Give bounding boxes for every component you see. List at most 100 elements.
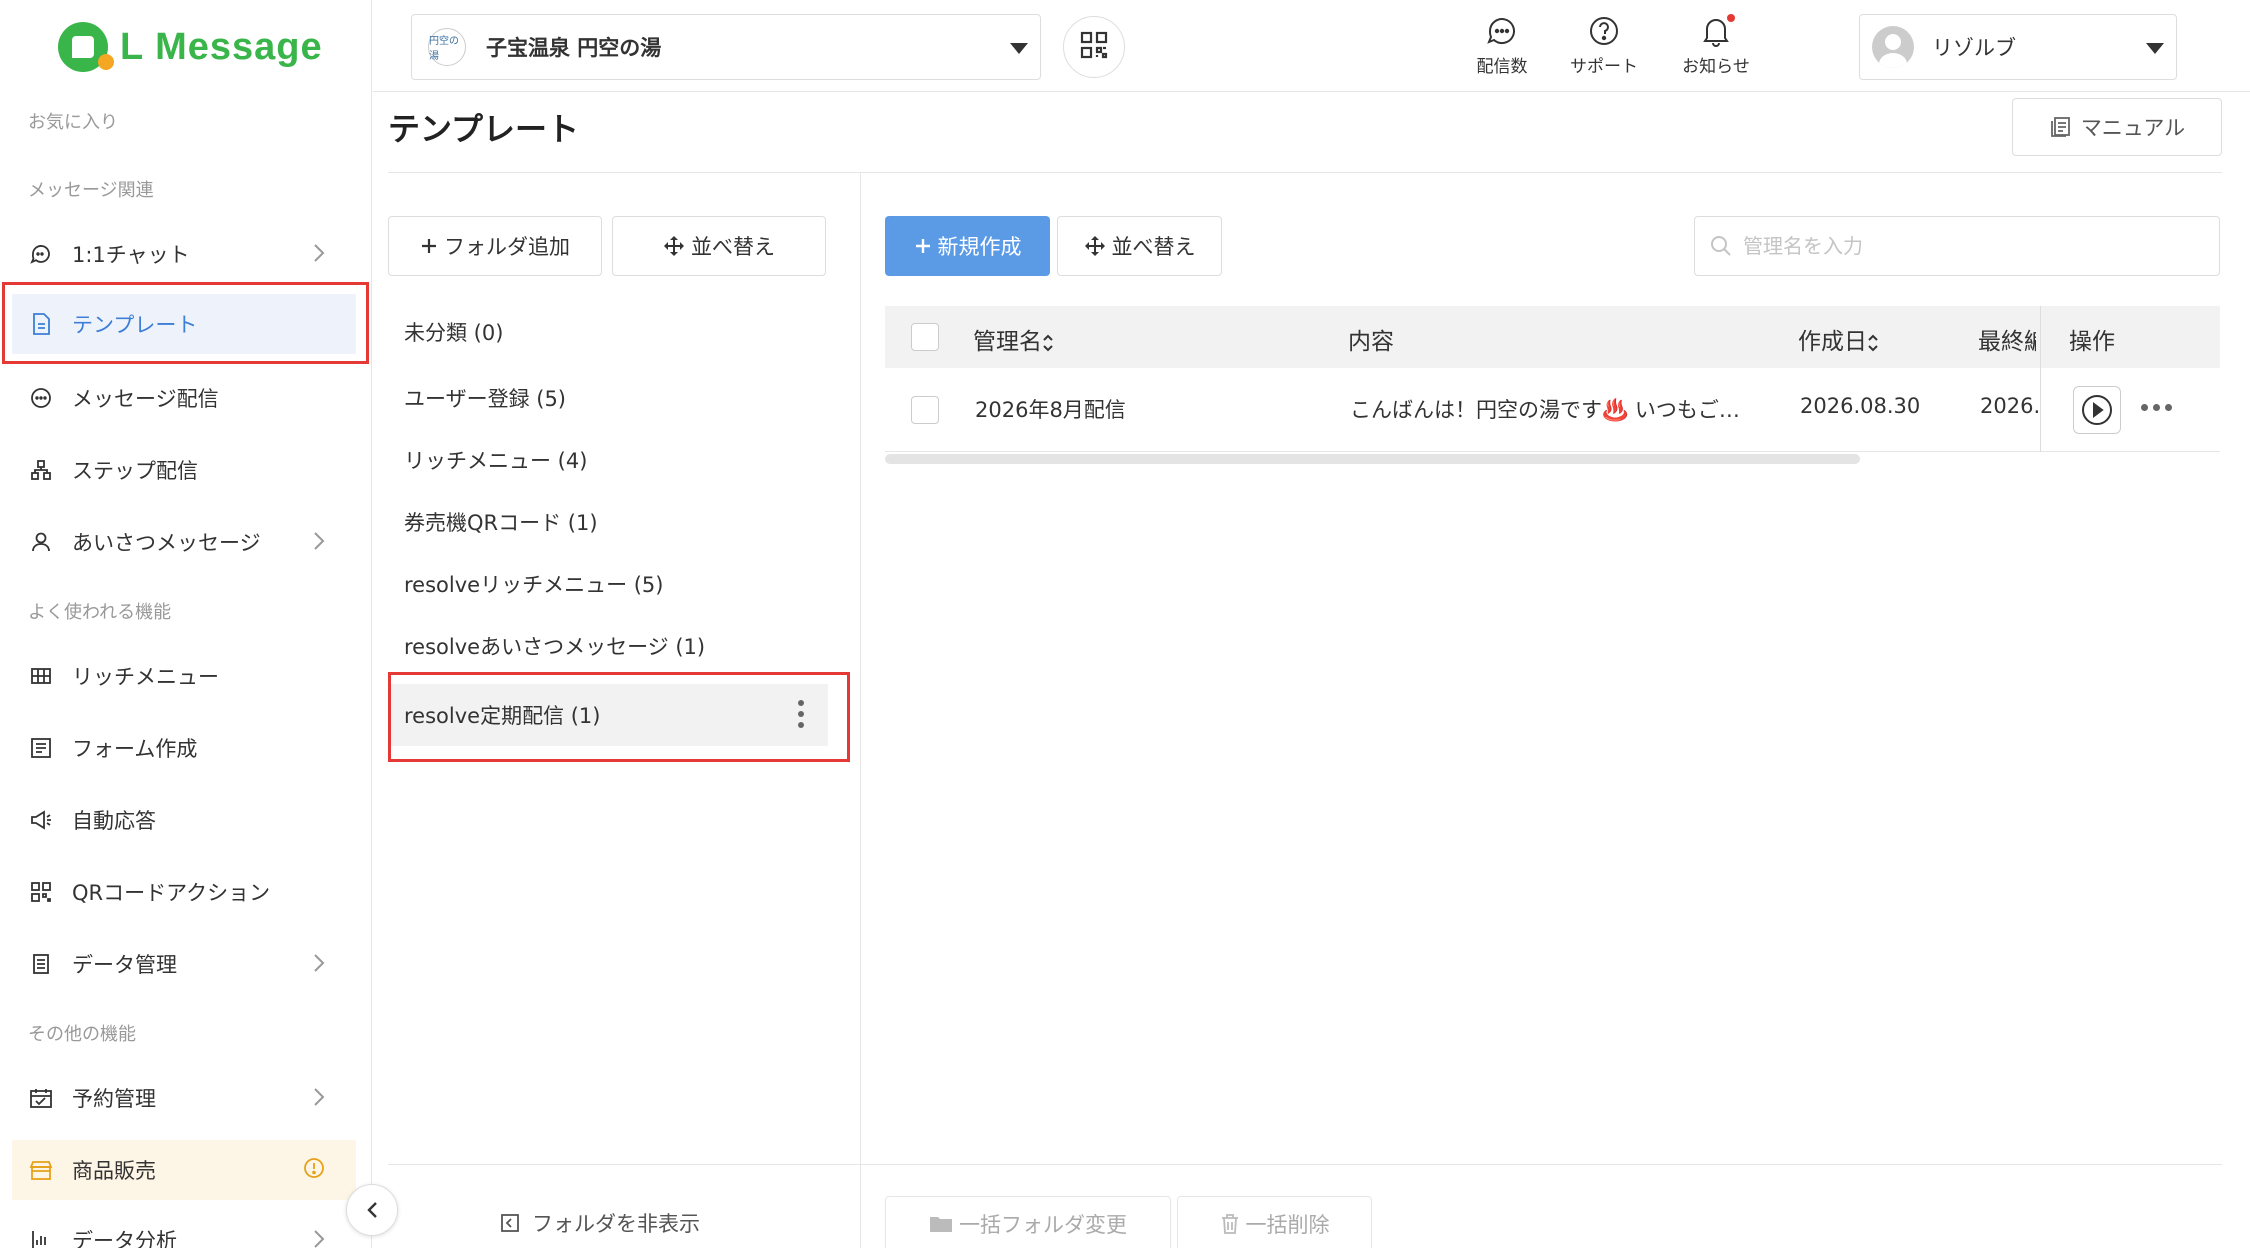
message-count-button[interactable]: 配信数 (1457, 14, 1547, 77)
sidebar-item-shop[interactable]: 商品販売 (12, 1140, 356, 1200)
user-icon (28, 529, 54, 555)
column-header-name[interactable]: 管理名 (973, 322, 1054, 356)
chevron-right-icon (312, 1228, 326, 1248)
chevron-right-icon (312, 952, 326, 979)
add-folder-label: フォルダ追加 (444, 235, 570, 259)
column-separator (2040, 306, 2041, 368)
search-icon (1711, 236, 1731, 256)
logo[interactable]: L Message (58, 22, 323, 72)
user-menu[interactable]: リゾルブ (1859, 14, 2177, 80)
search-input[interactable] (1743, 234, 2203, 258)
preview-button[interactable] (2073, 386, 2121, 434)
sidebar-item-template[interactable]: テンプレート (12, 294, 356, 354)
sort-icon (1043, 334, 1053, 351)
notifications-button[interactable]: お知らせ (1671, 14, 1761, 77)
folder-item[interactable]: 券売機QRコード (1) (388, 493, 828, 551)
logo-text: L Message (120, 25, 323, 68)
folder-item[interactable]: resolveリッチメニュー (5) (388, 555, 828, 613)
folder-sort-button[interactable]: 並べ替え (612, 216, 826, 276)
folder-item[interactable]: 未分類 (0) (388, 303, 828, 361)
page-title: テンプレート (388, 110, 580, 148)
sidebar-item-greeting[interactable]: あいさつメッセージ (12, 512, 356, 572)
column-header-created[interactable]: 作成日 (1798, 322, 1879, 356)
sidebar-item-label: 自動応答 (72, 809, 156, 833)
sidebar-item-form[interactable]: フォーム作成 (12, 718, 356, 778)
logo-mark-icon (58, 22, 114, 72)
qr-code-button[interactable] (1063, 16, 1125, 78)
sidebar-item-data[interactable]: データ管理 (12, 934, 356, 994)
add-folder-button[interactable]: フォルダ追加 (388, 216, 602, 276)
table-row[interactable]: 2026年8月配信 こんばんは！円空の湯です♨️ いつもご… 2026.08.3… (885, 368, 2220, 452)
account-name: 子宝温泉 円空の湯 (486, 36, 662, 60)
bulk-delete-label: 一括削除 (1245, 1213, 1330, 1237)
template-sort-button[interactable]: 並べ替え (1057, 216, 1222, 276)
chevron-right-icon (312, 1086, 326, 1113)
bulk-delete-button[interactable]: 一括削除 (1177, 1196, 1372, 1248)
message-icon (28, 385, 54, 411)
account-logo: 円空の湯 (428, 28, 466, 66)
data-icon (28, 951, 54, 977)
qr-icon (1079, 30, 1109, 64)
sidebar-item-reservation[interactable]: 予約管理 (12, 1068, 356, 1128)
chevron-right-icon (312, 530, 326, 557)
header: 円空の湯 子宝温泉 円空の湯 配信数 サポート お知らせ リゾルブ (373, 0, 2250, 92)
sidebar-item-label: ステップ配信 (72, 459, 198, 483)
sidebar-item-label: 予約管理 (72, 1087, 156, 1111)
plus-icon (422, 239, 436, 253)
support-button[interactable]: サポート (1559, 14, 1649, 77)
notification-dot (1727, 14, 1735, 22)
sidebar-item-label: データ管理 (72, 953, 177, 977)
sidebar-item-message-delivery[interactable]: メッセージ配信 (12, 368, 356, 428)
row-checkbox[interactable] (911, 396, 939, 424)
column-header-content: 内容 (1348, 329, 1394, 355)
sidebar-item-label: データ分析 (72, 1229, 177, 1248)
chat-icon (28, 241, 54, 267)
folder-item[interactable]: リッチメニュー (4) (388, 431, 828, 489)
move-icon (1084, 236, 1105, 256)
megaphone-icon (28, 807, 54, 833)
form-icon (28, 735, 54, 761)
cell-created: 2026.08.30 (1800, 394, 1921, 418)
sidebar-item-qr-action[interactable]: QRコードアクション (12, 862, 356, 922)
chevron-right-icon (312, 242, 326, 269)
folder-item-selected[interactable]: resolve定期配信 (1) (388, 684, 828, 746)
sidebar-item-step[interactable]: ステップ配信 (12, 440, 356, 500)
sidebar-item-label: あいさつメッセージ (72, 531, 261, 555)
folder-sort-label: 並べ替え (691, 235, 775, 259)
select-all-checkbox[interactable] (911, 323, 939, 351)
more-options-icon[interactable] (2141, 404, 2172, 411)
cell-updated: 2026. (1980, 394, 2038, 418)
account-select[interactable]: 円空の湯 子宝温泉 円空の湯 (411, 14, 1041, 80)
new-template-label: 新規作成 (937, 235, 1022, 259)
cell-content: こんばんは！円空の湯です♨️ いつもご… (1350, 398, 1740, 422)
folder-item[interactable]: resolveあいさつメッセージ (1) (388, 617, 828, 675)
sidebar-item-rich-menu[interactable]: リッチメニュー (12, 646, 356, 706)
sidebar-item-auto-reply[interactable]: 自動応答 (12, 790, 356, 850)
sidebar-item-label: メッセージ配信 (72, 387, 219, 411)
horizontal-scrollbar[interactable] (885, 454, 1860, 464)
help-icon (1590, 17, 1618, 45)
sidebar-item-analytics[interactable]: データ分析 (12, 1210, 356, 1248)
kebab-menu-icon[interactable] (798, 700, 804, 728)
bulk-change-folder-label: 一括フォルダ変更 (959, 1213, 1127, 1237)
sidebar-item-label: 商品販売 (72, 1159, 156, 1183)
sidebar-item-chat[interactable]: 1:1チャット (12, 224, 356, 284)
hide-folder-button[interactable]: フォルダを非表示 (500, 1208, 700, 1238)
new-template-button[interactable]: 新規作成 (885, 216, 1050, 276)
chevron-left-icon (367, 1202, 377, 1218)
user-name: リゾルブ (1932, 36, 2016, 60)
search-field[interactable] (1694, 216, 2220, 276)
section-other: その他の機能 (28, 1024, 136, 1045)
manual-button[interactable]: マニュアル (2012, 98, 2222, 156)
play-icon (2082, 395, 2112, 425)
qr-icon (28, 879, 54, 905)
column-header-actions: 操作 (2069, 329, 2115, 355)
folder-item[interactable]: ユーザー登録 (5) (388, 369, 828, 427)
cell-name: 2026年8月配信 (975, 398, 1126, 422)
bulk-change-folder-button[interactable]: 一括フォルダ変更 (885, 1196, 1171, 1248)
sidebar-item-label: 1:1チャット (72, 243, 190, 267)
sidebar: L Message お気に入り メッセージ関連 1:1チャット テンプレート メ… (0, 0, 372, 1248)
template-sort-label: 並べ替え (1111, 235, 1196, 259)
collapse-sidebar-button[interactable] (346, 1184, 398, 1236)
support-label: サポート (1570, 57, 1638, 77)
